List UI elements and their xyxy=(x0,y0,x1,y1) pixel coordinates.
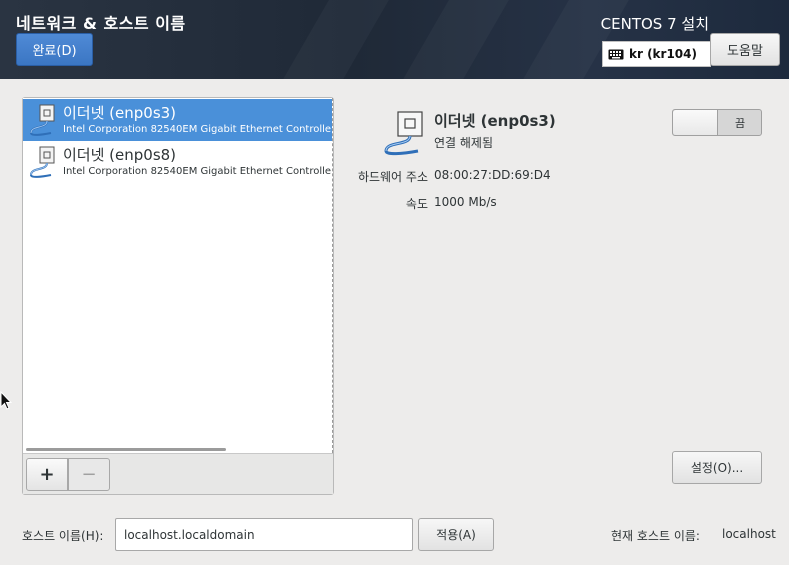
mouse-pointer-icon xyxy=(0,391,12,410)
hardware-address-value: 08:00:27:DD:69:D4 xyxy=(434,168,551,182)
header-decoration xyxy=(248,0,412,79)
header-bar: 네트워크 & 호스트 이름 완료(D) CENTOS 7 설치 kr (kr10… xyxy=(0,0,789,79)
hardware-address-label: 하드웨어 주소 xyxy=(357,170,428,184)
device-list-toolbar: + − xyxy=(23,453,333,494)
keyboard-icon xyxy=(608,49,624,59)
ethernet-cable-icon xyxy=(29,146,55,178)
ethernet-cable-icon xyxy=(384,111,423,156)
page-title: 네트워크 & 호스트 이름 xyxy=(16,14,186,33)
device-name: 이더넷 (enp0s8) xyxy=(63,146,177,164)
product-title: CENTOS 7 설치 xyxy=(600,15,709,33)
add-device-button[interactable]: + xyxy=(26,458,68,491)
speed-value: 1000 Mb/s xyxy=(434,195,497,209)
current-hostname-label: 현재 호스트 이름: xyxy=(611,529,700,543)
horizontal-scrollbar[interactable] xyxy=(26,448,226,451)
remove-device-button[interactable]: − xyxy=(68,458,110,491)
header-decoration xyxy=(488,0,652,79)
done-button[interactable]: 완료(D) xyxy=(16,33,93,66)
keyboard-layout-label: kr (kr104) xyxy=(629,47,697,61)
ethernet-cable-icon xyxy=(29,104,55,136)
device-description: Intel Corporation 82540EM Gigabit Ethern… xyxy=(63,124,333,135)
keyboard-layout-indicator[interactable]: kr (kr104) xyxy=(602,41,711,67)
help-button[interactable]: 도움말 xyxy=(710,33,780,66)
connection-status: 연결 해제됨 xyxy=(434,136,494,150)
speed-label: 속도 xyxy=(405,197,428,211)
detail-device-name: 이더넷 (enp0s3) xyxy=(434,112,556,130)
current-hostname-value: localhost xyxy=(722,527,776,541)
device-name: 이더넷 (enp0s3) xyxy=(63,104,177,122)
apply-button[interactable]: 적용(A) xyxy=(418,518,494,551)
toggle-state-label: 끔 xyxy=(734,116,746,130)
hostname-input[interactable] xyxy=(115,518,413,551)
header-decoration xyxy=(368,0,532,79)
settings-button[interactable]: 설정(O)... xyxy=(672,451,762,484)
device-row-enp0s8[interactable]: 이더넷 (enp0s8) Intel Corporation 82540EM G… xyxy=(23,141,333,183)
connection-toggle-switch[interactable]: 끔 xyxy=(672,109,762,136)
device-list: 이더넷 (enp0s3) Intel Corporation 82540EM G… xyxy=(23,98,333,453)
device-panel: 이더넷 (enp0s3) Intel Corporation 82540EM G… xyxy=(22,97,334,495)
device-row-enp0s3[interactable]: 이더넷 (enp0s3) Intel Corporation 82540EM G… xyxy=(23,99,333,141)
toggle-knob[interactable] xyxy=(673,110,718,135)
device-description: Intel Corporation 82540EM Gigabit Ethern… xyxy=(63,166,333,177)
hostname-label: 호스트 이름(H): xyxy=(22,529,104,543)
